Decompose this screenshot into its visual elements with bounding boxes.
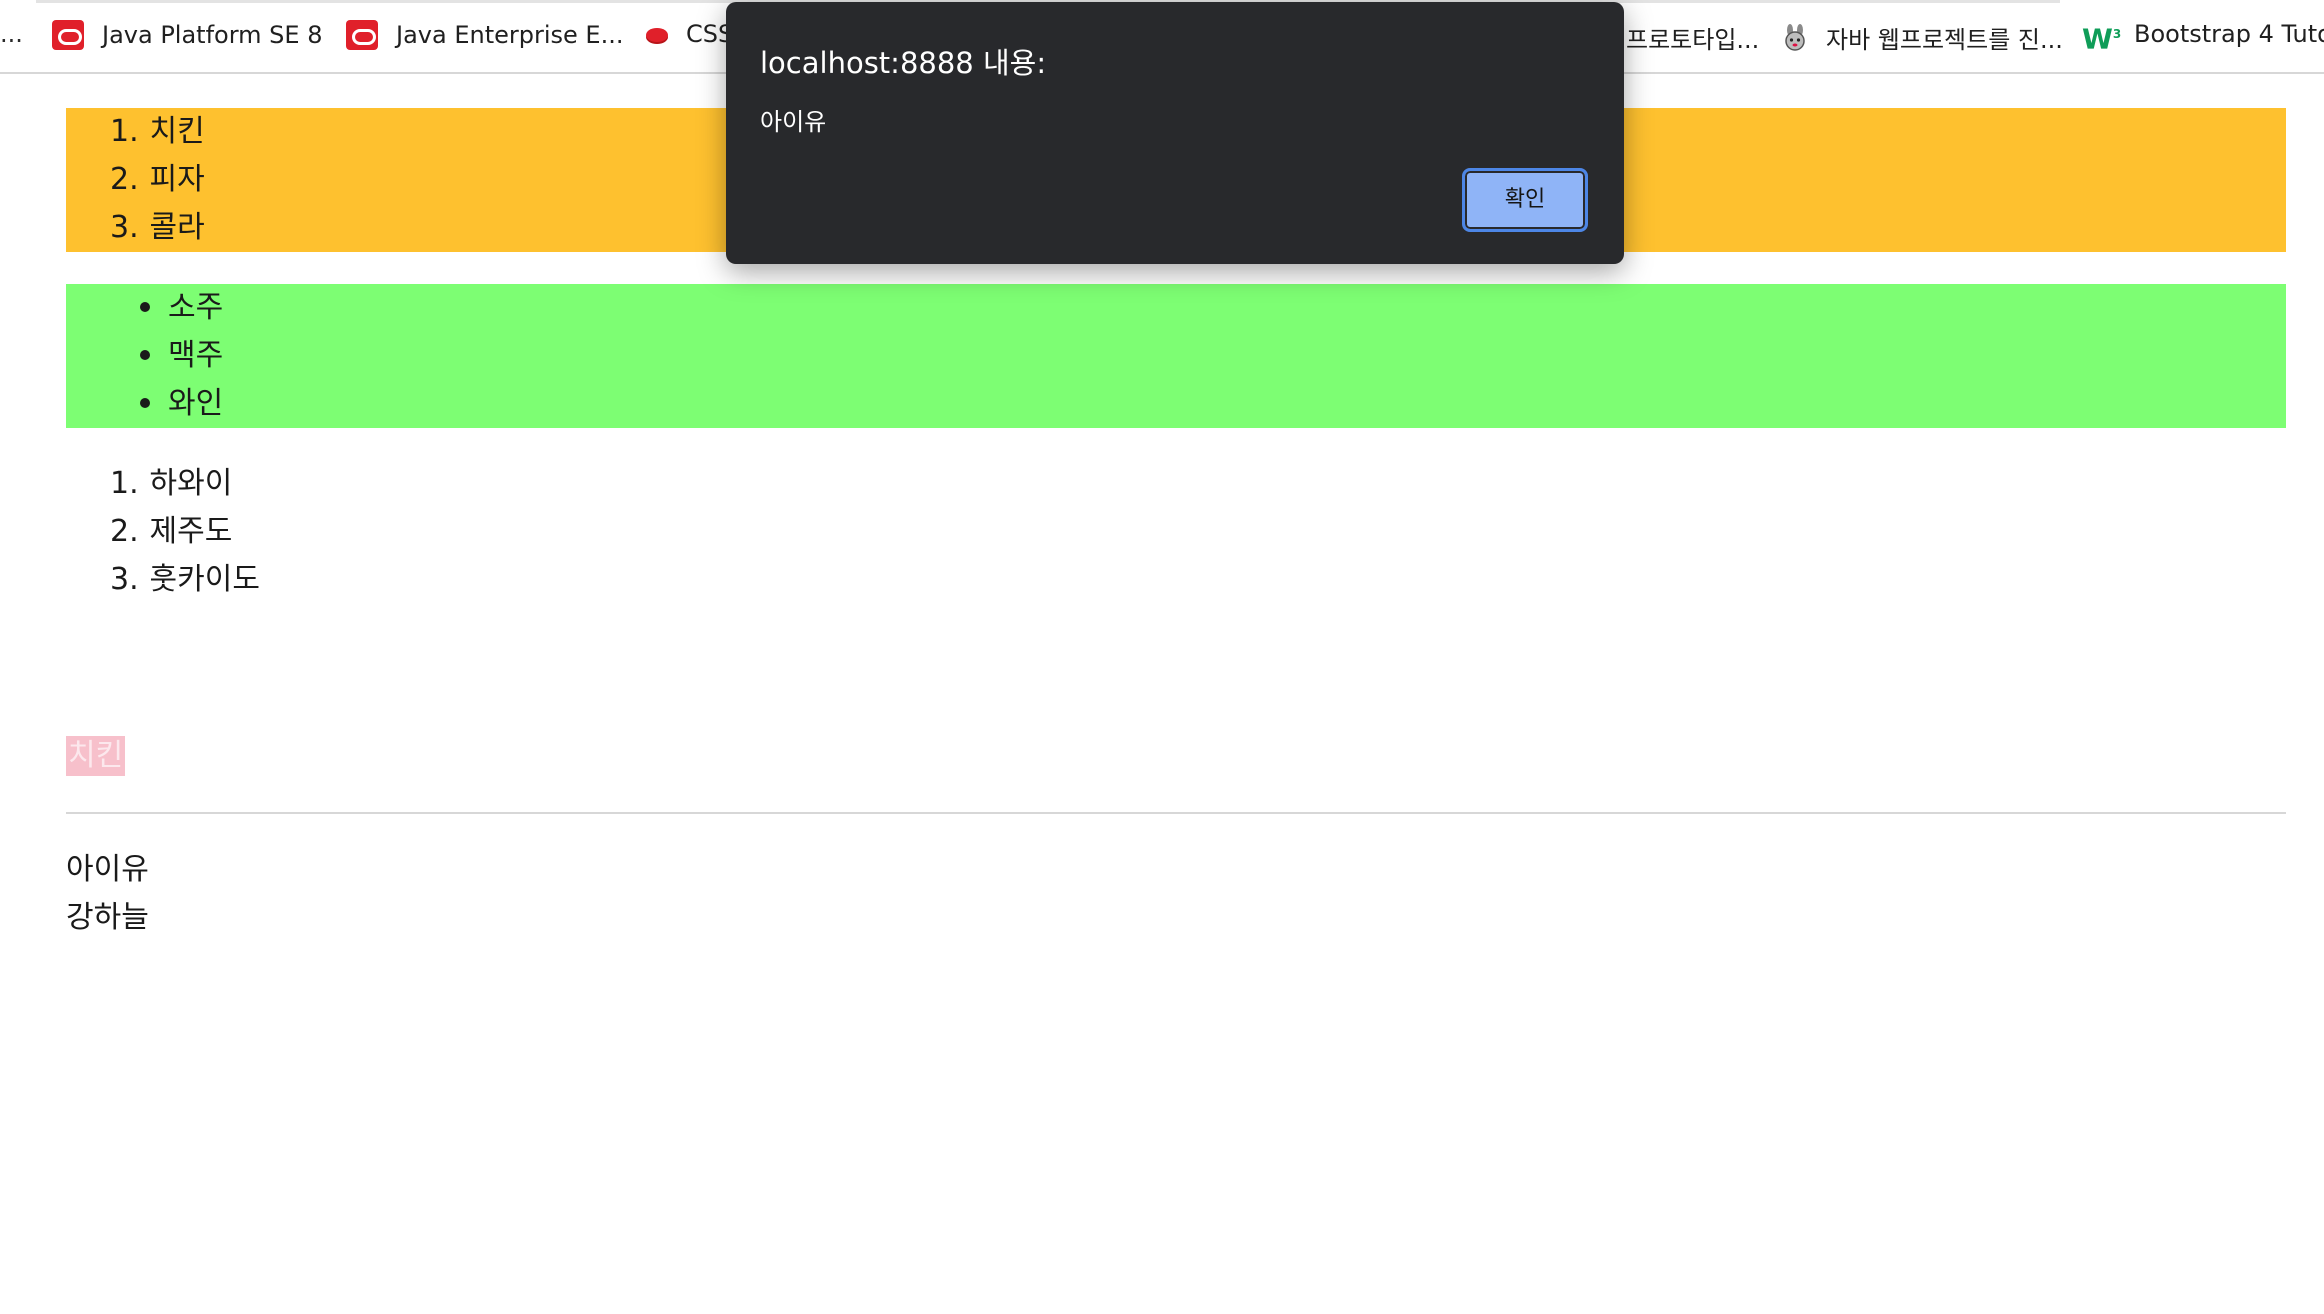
bookmark-java-platform[interactable]: Java Platform SE 8 [52, 20, 322, 50]
list-number: 1. [110, 114, 139, 149]
list-item: 맥주 [66, 332, 223, 380]
w3schools-icon: W3 [2082, 22, 2122, 56]
bookmark-label: 프로토타입... [1626, 26, 1760, 54]
list-number: 3. [110, 210, 139, 245]
confirm-button[interactable]: 확인 [1462, 168, 1588, 232]
list-number: 3. [110, 562, 139, 597]
list-item-label: 피자 [149, 162, 205, 197]
alert-dialog: localhost:8888 내용: 아이유 확인 [726, 2, 1624, 264]
name-line: 아이유 [66, 852, 149, 887]
name-line: 강하늘 [66, 900, 149, 935]
oracle-icon [52, 20, 84, 50]
list-item: 3. 훗카이도 [110, 556, 260, 604]
bookmark-java-webproject[interactable]: 자바 웹프로젝트를 진... [1782, 20, 2063, 55]
bookmark-label: 자바 웹프로젝트를 진... [1826, 26, 2063, 54]
horizontal-rule [66, 812, 2286, 814]
alert-message: 아이유 [760, 108, 827, 136]
list-item-label: 훗카이도 [149, 562, 260, 597]
list-item: 1. 하와이 [110, 460, 232, 508]
places-ordered-list: 1. 하와이 2. 제주도 3. 훗카이도 [66, 460, 2286, 604]
list-item: 와인 [66, 380, 223, 428]
list-item: 1. 치킨 [110, 108, 205, 156]
rabbit-icon [1782, 23, 1808, 52]
list-item-label: 맥주 [168, 338, 224, 373]
browser-page: ... Java Platform SE 8 Java Enterprise E… [0, 0, 2324, 1314]
bookmark-label: Java Platform SE 8 [102, 21, 323, 49]
list-number: 2. [110, 514, 139, 549]
bullet-icon [140, 397, 150, 408]
list-item-label: 와인 [168, 386, 224, 421]
oracle-icon [346, 20, 378, 50]
list-item-label: 치킨 [149, 114, 205, 149]
list-number: 1. [110, 466, 139, 501]
highlighted-text: 치킨 [66, 736, 126, 776]
list-item-label: 콜라 [149, 210, 205, 245]
bullet-icon [140, 301, 150, 312]
list-item: 2. 피자 [110, 156, 205, 204]
bookmark-java-enterprise[interactable]: Java Enterprise E... [346, 20, 623, 50]
list-item: 3. 콜라 [110, 204, 205, 252]
bookmark-label: Bootstrap 4 Tutor [2134, 20, 2324, 48]
bookmark-css[interactable]: CSS [646, 20, 733, 48]
list-item: 소주 [66, 284, 223, 332]
bookmark-prototype[interactable]: 프로토타입... [1626, 20, 1759, 55]
bookmark-bootstrap[interactable]: W3 Bootstrap 4 Tutor [2082, 20, 2324, 56]
drinks-unordered-list: 소주 맥주 와인 [66, 284, 2286, 428]
list-item-label: 소주 [168, 290, 224, 325]
css-icon [646, 28, 668, 42]
bookmark-label: Java Enterprise E... [396, 21, 624, 49]
names-block: 아이유 강하늘 [66, 846, 149, 942]
bullet-icon [140, 349, 150, 360]
list-item-label: 제주도 [149, 514, 233, 549]
list-number: 2. [110, 162, 139, 197]
list-item: 2. 제주도 [110, 508, 232, 556]
bookmarks-overflow-left[interactable]: ... [0, 20, 23, 48]
list-item-label: 하와이 [149, 466, 233, 501]
alert-title: localhost:8888 내용: [760, 46, 1047, 80]
